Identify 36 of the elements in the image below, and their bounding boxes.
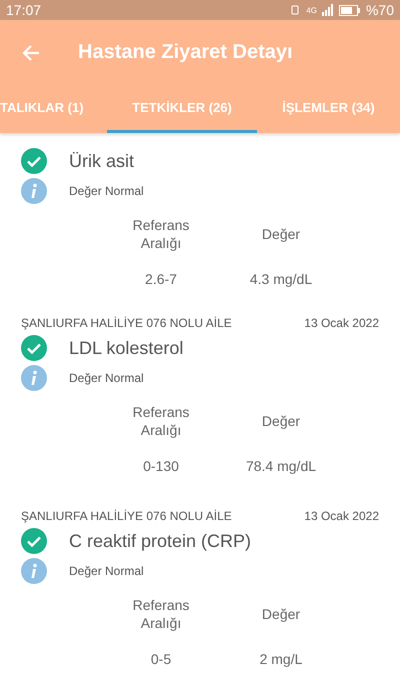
network-text: 4G (306, 6, 317, 14)
battery-icon (338, 4, 361, 16)
result-value: 78.4 mg/dL (244, 457, 318, 476)
test-name: Ürik asit (69, 150, 134, 172)
column-header: Referans Aralığı (132, 402, 190, 440)
date-text: 13 Ocak 2022 (304, 316, 379, 330)
result-note: Değer Normal (69, 184, 144, 198)
test-name: C reaktif protein (CRP) (69, 530, 252, 552)
reference-range: 2.6-7 (144, 270, 178, 289)
reference-range: 0-130 (142, 457, 180, 476)
column-header: Değer (260, 604, 302, 624)
vibrate-icon (289, 5, 302, 15)
facility-text: ŞANLIURFA HALİLİYE 076 NOLU AİLE (21, 316, 232, 330)
result-value: 4.3 mg/dL (248, 270, 314, 289)
test-name: LDL kolesterol (69, 338, 184, 358)
column-header: Değer (260, 224, 302, 244)
tab[interactable]: İŞLEMLER (34) (257, 85, 400, 133)
page-title: Hastane Ziyaret Detayı (78, 41, 293, 64)
clock-text: 17:07 (6, 2, 42, 18)
reference-range: 0-5 (150, 650, 172, 669)
info-icon (21, 558, 47, 584)
facility-text: ŞANLIURFA HALİLİYE 076 NOLU AİLE (21, 508, 232, 522)
tab[interactable]: TETKİKLER (26) (107, 85, 257, 133)
back-arrow-icon[interactable] (22, 44, 40, 62)
result-note: Değer Normal (69, 371, 144, 385)
column-header: Değer (260, 412, 302, 431)
result-note: Değer Normal (69, 564, 144, 578)
column-header: Referans Aralığı (132, 596, 190, 633)
signal-icon (322, 4, 334, 16)
result-value: 2 mg/L (258, 650, 304, 669)
info-icon (21, 178, 47, 204)
date-text: 13 Ocak 2022 (304, 508, 379, 522)
tab[interactable]: TALIKLAR (1) (0, 85, 107, 133)
info-icon (21, 365, 47, 391)
battery-text: %70 (366, 2, 394, 18)
column-header: Referans Aralığı (132, 216, 190, 253)
